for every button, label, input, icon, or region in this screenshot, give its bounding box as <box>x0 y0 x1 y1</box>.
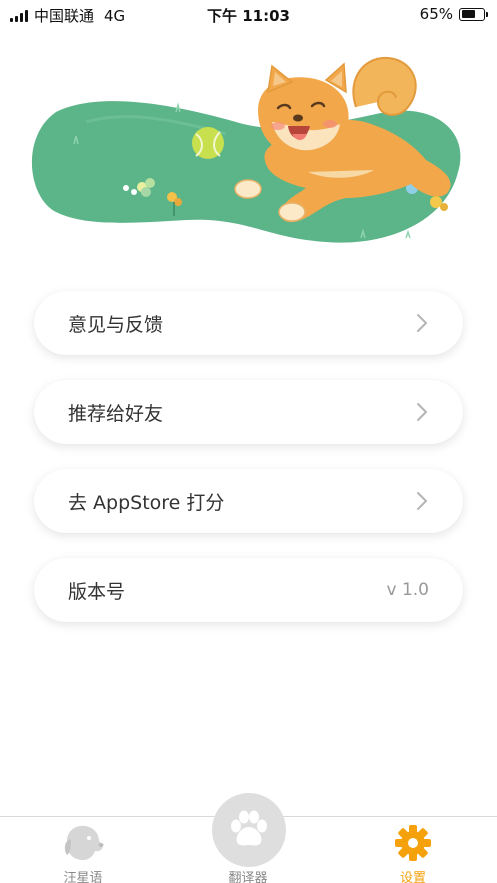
status-bar: 中国联通 4G 下午 11:03 65% <box>0 0 497 28</box>
settings-menu: 意见与反馈 推荐给好友 去 AppStore 打分 版本号 v 1.0 <box>34 291 463 647</box>
dog-head-icon <box>64 825 104 861</box>
dog-tail <box>352 56 417 116</box>
feedback-button[interactable]: 意见与反馈 <box>34 291 463 355</box>
chevron-right-icon <box>417 403 427 421</box>
version-row: 版本号 v 1.0 <box>34 558 463 622</box>
tab-bar: 汪星语 翻译器 设置 <box>0 793 497 883</box>
status-right: 65% <box>419 5 488 23</box>
version-value: v 1.0 <box>386 580 430 600</box>
recommend-to-friends-button[interactable]: 推荐给好友 <box>34 380 463 444</box>
hero-illustration <box>26 52 470 252</box>
battery-percent: 65% <box>419 5 453 23</box>
tab-translator-label: 翻译器 <box>228 871 268 883</box>
tab-translator[interactable]: 翻译器 <box>188 793 308 883</box>
tab-settings[interactable]: 设置 <box>353 817 473 883</box>
tab-settings-label: 设置 <box>399 871 426 883</box>
tab-dog-language-label: 汪星语 <box>63 871 103 883</box>
gear-icon <box>395 825 431 861</box>
dog-paw-front-right <box>278 202 306 222</box>
battery-icon <box>459 7 488 21</box>
dog-paw-front-left <box>234 179 262 199</box>
tab-dog-language[interactable]: 汪星语 <box>23 817 143 883</box>
chevron-right-icon <box>417 314 427 332</box>
chevron-right-icon <box>417 492 427 510</box>
version-label: 版本号 <box>68 580 126 603</box>
battery-level <box>461 10 476 18</box>
translator-button[interactable] <box>212 793 286 867</box>
shiba-dog-illustration <box>31 56 461 243</box>
feedback-label: 意见与反馈 <box>68 313 164 336</box>
recommend-label: 推荐给好友 <box>68 402 164 425</box>
rate-label: 去 AppStore 打分 <box>68 491 225 514</box>
paw-icon <box>231 810 267 846</box>
rate-on-appstore-button[interactable]: 去 AppStore 打分 <box>34 469 463 533</box>
